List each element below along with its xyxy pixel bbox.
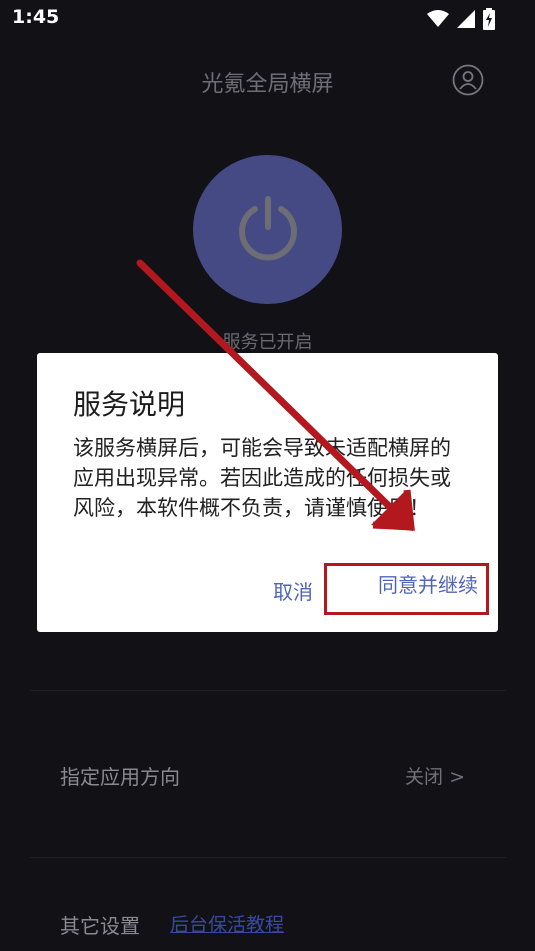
agree-continue-button[interactable]: 同意并继续 [359,561,497,605]
dialog-message: 该服务横屏后，可能会导致未适配横屏的应用出现异常。若因此造成的任何损失或风险，本… [73,436,451,520]
dialog-title: 服务说明 [73,388,186,421]
service-notice-dialog: 服务说明 该服务横屏后，可能会导致未适配横屏的应用出现异常。若因此造成的任何损失… [37,353,498,632]
cancel-button[interactable]: 取消 [273,576,313,605]
